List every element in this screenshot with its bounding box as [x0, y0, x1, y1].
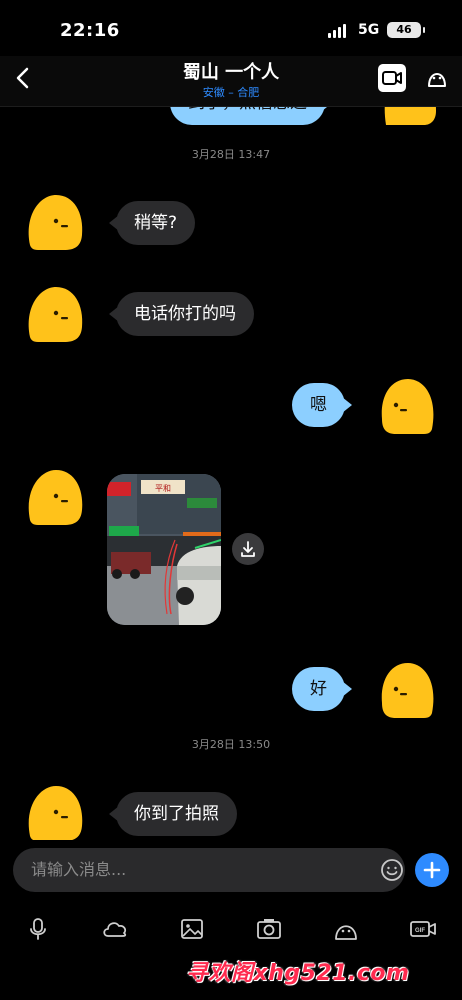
avatar-self[interactable] [378, 377, 438, 435]
sticker-icon[interactable] [331, 914, 361, 944]
avatar-contact[interactable] [24, 193, 84, 251]
camera-icon[interactable] [254, 914, 284, 944]
image-message[interactable]: 平和 [107, 474, 221, 625]
message-bubble-partial[interactable]: 到了，点信息过 [170, 107, 332, 125]
input-toolbar: GIF [0, 906, 462, 950]
message-bubble[interactable]: 嗯 [292, 383, 352, 427]
message-list[interactable]: 到了，点信息过 3月28日 13:47 稍等? 电话你打的吗 嗯 平和 [0, 107, 462, 840]
status-time: 22:16 [60, 20, 120, 41]
chat-header: 蜀山 一个人 安徽 – 合肥 [0, 56, 462, 107]
battery-icon: 46 [387, 22, 425, 38]
watermark: 寻欢阁xhg521.com [186, 961, 410, 986]
network-type: 5G [358, 22, 380, 38]
timestamp: 3月28日 13:47 [191, 148, 271, 161]
gif-icon[interactable]: GIF [408, 914, 438, 944]
input-placeholder: 请输入消息... [31, 860, 127, 879]
image-icon[interactable] [177, 914, 207, 944]
add-button[interactable] [415, 853, 449, 887]
shop-sign-text: 平和 [155, 484, 171, 493]
emoji-icon[interactable] [380, 858, 404, 882]
message-input[interactable]: 请输入消息... [13, 848, 405, 892]
status-bar: 22:16 5G 46 [0, 0, 462, 56]
avatar-self[interactable] [378, 661, 438, 719]
avatar-self[interactable] [378, 107, 438, 125]
timestamp: 3月28日 13:50 [191, 738, 271, 751]
message-bubble[interactable]: 电话你打的吗 [109, 292, 254, 336]
message-bubble[interactable]: 好 [292, 667, 352, 711]
video-call-icon[interactable] [378, 64, 406, 92]
avatar-contact[interactable] [24, 784, 84, 840]
signal-icon [328, 24, 350, 38]
cloud-icon[interactable] [100, 914, 130, 944]
download-icon[interactable] [232, 533, 264, 565]
microphone-icon[interactable] [23, 914, 53, 944]
avatar-contact[interactable] [24, 468, 84, 526]
message-bubble[interactable]: 稍等? [108, 201, 196, 245]
svg-text:GIF: GIF [415, 928, 425, 934]
message-bubble[interactable]: 你到了拍照 [109, 792, 237, 836]
avatar-contact[interactable] [24, 285, 84, 343]
profile-icon[interactable] [424, 64, 450, 92]
